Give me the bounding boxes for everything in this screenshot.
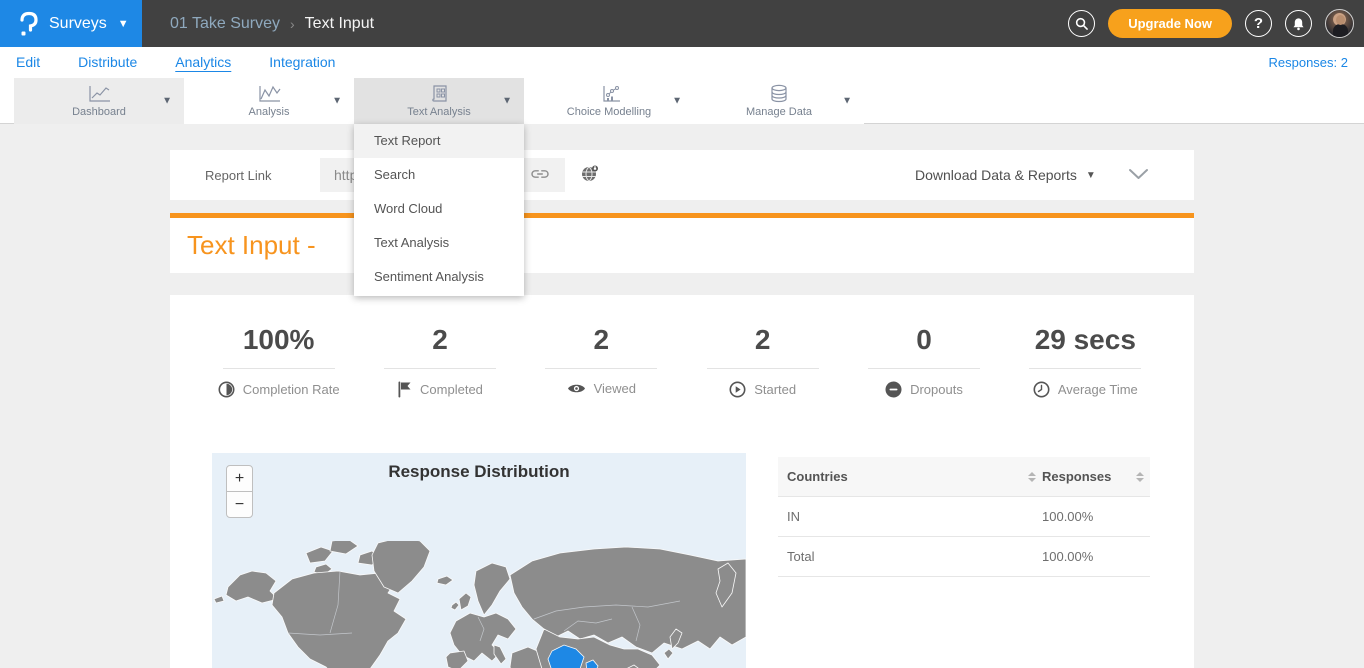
stat-started: 2 Started xyxy=(682,323,843,398)
breadcrumb-separator: › xyxy=(290,16,295,32)
breadcrumb-current-page: Text Input xyxy=(305,15,374,33)
nav-item-integration[interactable]: Integration xyxy=(269,54,335,72)
bell-icon xyxy=(1292,17,1305,31)
header-actions: Upgrade Now ? xyxy=(1068,0,1354,47)
stats-row: 100% Completion Rate 2 xyxy=(170,295,1194,398)
download-data-reports-dropdown[interactable]: Download Data & Reports ▼ xyxy=(915,150,1096,200)
survey-nav: Edit Distribute Analytics Integration Re… xyxy=(0,47,1364,78)
question-mark-icon: ? xyxy=(1254,15,1263,32)
menu-item-sentiment-analysis[interactable]: Sentiment Analysis xyxy=(354,260,524,294)
sort-countries-icon[interactable] xyxy=(1022,472,1042,482)
report-link-label: Report Link xyxy=(205,150,271,200)
tab-manage-data[interactable]: Manage Data ▼ xyxy=(694,78,864,124)
responses-count[interactable]: Responses: 2 xyxy=(1269,47,1349,78)
analysis-chart-icon xyxy=(256,84,282,103)
nav-item-edit[interactable]: Edit xyxy=(16,54,40,72)
breadcrumb-survey-name[interactable]: 01 Take Survey xyxy=(170,15,280,33)
responses-cell: 100.00% xyxy=(1042,509,1130,524)
play-icon xyxy=(729,381,746,398)
text-analysis-dropdown-menu: Text Report Search Word Cloud Text Analy… xyxy=(354,124,524,296)
text-analysis-report-icon xyxy=(429,84,449,103)
notifications-button[interactable] xyxy=(1285,10,1312,37)
report-link-bar: Report Link Download Data & Reports ▼ xyxy=(170,150,1194,200)
countries-table: Countries Responses IN 100.00% Total 100… xyxy=(778,457,1150,577)
product-switcher[interactable]: Surveys ▼ xyxy=(0,0,142,47)
analytics-summary-card: 100% Completion Rate 2 xyxy=(170,295,1194,668)
map-zoom-out-button[interactable]: − xyxy=(226,491,253,518)
clock-icon xyxy=(1033,381,1050,398)
flag-icon xyxy=(397,381,412,398)
map-zoom-in-button[interactable]: + xyxy=(226,465,253,492)
stat-average-time: 29 secs Average Time xyxy=(1005,323,1166,398)
menu-item-text-report[interactable]: Text Report xyxy=(354,124,524,158)
globe-privacy-icon[interactable] xyxy=(580,164,600,189)
user-avatar[interactable] xyxy=(1325,9,1354,38)
world-map-graphic xyxy=(212,541,746,668)
stat-completed: 2 Completed xyxy=(359,323,520,398)
upgrade-now-button[interactable]: Upgrade Now xyxy=(1108,9,1232,38)
table-row-total: Total 100.00% xyxy=(778,537,1150,577)
countries-column-header[interactable]: Countries xyxy=(778,469,1022,484)
nav-item-analytics[interactable]: Analytics xyxy=(175,54,231,72)
tab-analysis[interactable]: Analysis ▼ xyxy=(184,78,354,124)
breadcrumb: 01 Take Survey › Text Input xyxy=(170,0,374,47)
menu-item-search[interactable]: Search xyxy=(354,158,524,192)
analytics-toolbar: Dashboard ▼ Analysis ▼ xyxy=(0,78,1364,124)
chevron-down-icon[interactable]: ▼ xyxy=(502,96,512,107)
collapse-section-chevron-icon[interactable] xyxy=(1128,167,1149,185)
database-icon xyxy=(769,84,789,103)
response-distribution-map[interactable]: Response Distribution + − xyxy=(212,453,746,668)
country-cell: IN xyxy=(778,509,1022,524)
minus-circle-icon xyxy=(885,381,902,398)
country-cell: Total xyxy=(778,549,1022,564)
help-button[interactable]: ? xyxy=(1245,10,1272,37)
tab-dashboard[interactable]: Dashboard ▼ xyxy=(14,78,184,124)
chevron-down-icon[interactable]: ▼ xyxy=(672,96,682,107)
sort-responses-icon[interactable] xyxy=(1130,472,1150,482)
chevron-down-icon[interactable]: ▼ xyxy=(842,96,852,107)
chevron-down-icon: ▼ xyxy=(118,18,129,30)
product-name: Surveys xyxy=(49,15,107,33)
nav-item-distribute[interactable]: Distribute xyxy=(78,54,137,72)
question-title-card: Text Input - xyxy=(170,218,1194,273)
chevron-down-icon[interactable]: ▼ xyxy=(332,96,342,107)
responses-column-header[interactable]: Responses xyxy=(1042,469,1130,484)
search-button[interactable] xyxy=(1068,10,1095,37)
map-title: Response Distribution xyxy=(212,462,746,482)
menu-item-word-cloud[interactable]: Word Cloud xyxy=(354,192,524,226)
analytics-page: Surveys ▼ 01 Take Survey › Text Input Up… xyxy=(0,0,1364,668)
menu-item-text-analysis[interactable]: Text Analysis xyxy=(354,226,524,260)
choice-modelling-chart-icon xyxy=(596,84,622,103)
chevron-down-icon[interactable]: ▼ xyxy=(162,96,172,107)
questionpro-logo-icon xyxy=(18,11,40,37)
responses-cell: 100.00% xyxy=(1042,549,1130,564)
question-title: Text Input - xyxy=(187,218,316,273)
dashboard-chart-icon xyxy=(86,84,112,103)
stat-dropouts: 0 Dropouts xyxy=(843,323,1004,398)
stat-completion-rate: 100% Completion Rate xyxy=(198,323,359,398)
top-header: Surveys ▼ 01 Take Survey › Text Input Up… xyxy=(0,0,1364,47)
countries-table-header: Countries Responses xyxy=(778,457,1150,497)
tab-text-analysis[interactable]: Text Analysis ▼ xyxy=(354,78,524,124)
search-icon xyxy=(1075,17,1088,30)
tab-choice-modelling[interactable]: Choice Modelling ▼ xyxy=(524,78,694,124)
completion-rate-icon xyxy=(218,381,235,398)
table-row-in: IN 100.00% xyxy=(778,497,1150,537)
map-zoom-controls: + − xyxy=(226,465,253,518)
eye-icon xyxy=(567,382,586,395)
chevron-down-icon: ▼ xyxy=(1086,170,1096,181)
stat-viewed: 2 Viewed xyxy=(521,323,682,398)
copy-link-icon[interactable] xyxy=(530,166,550,187)
